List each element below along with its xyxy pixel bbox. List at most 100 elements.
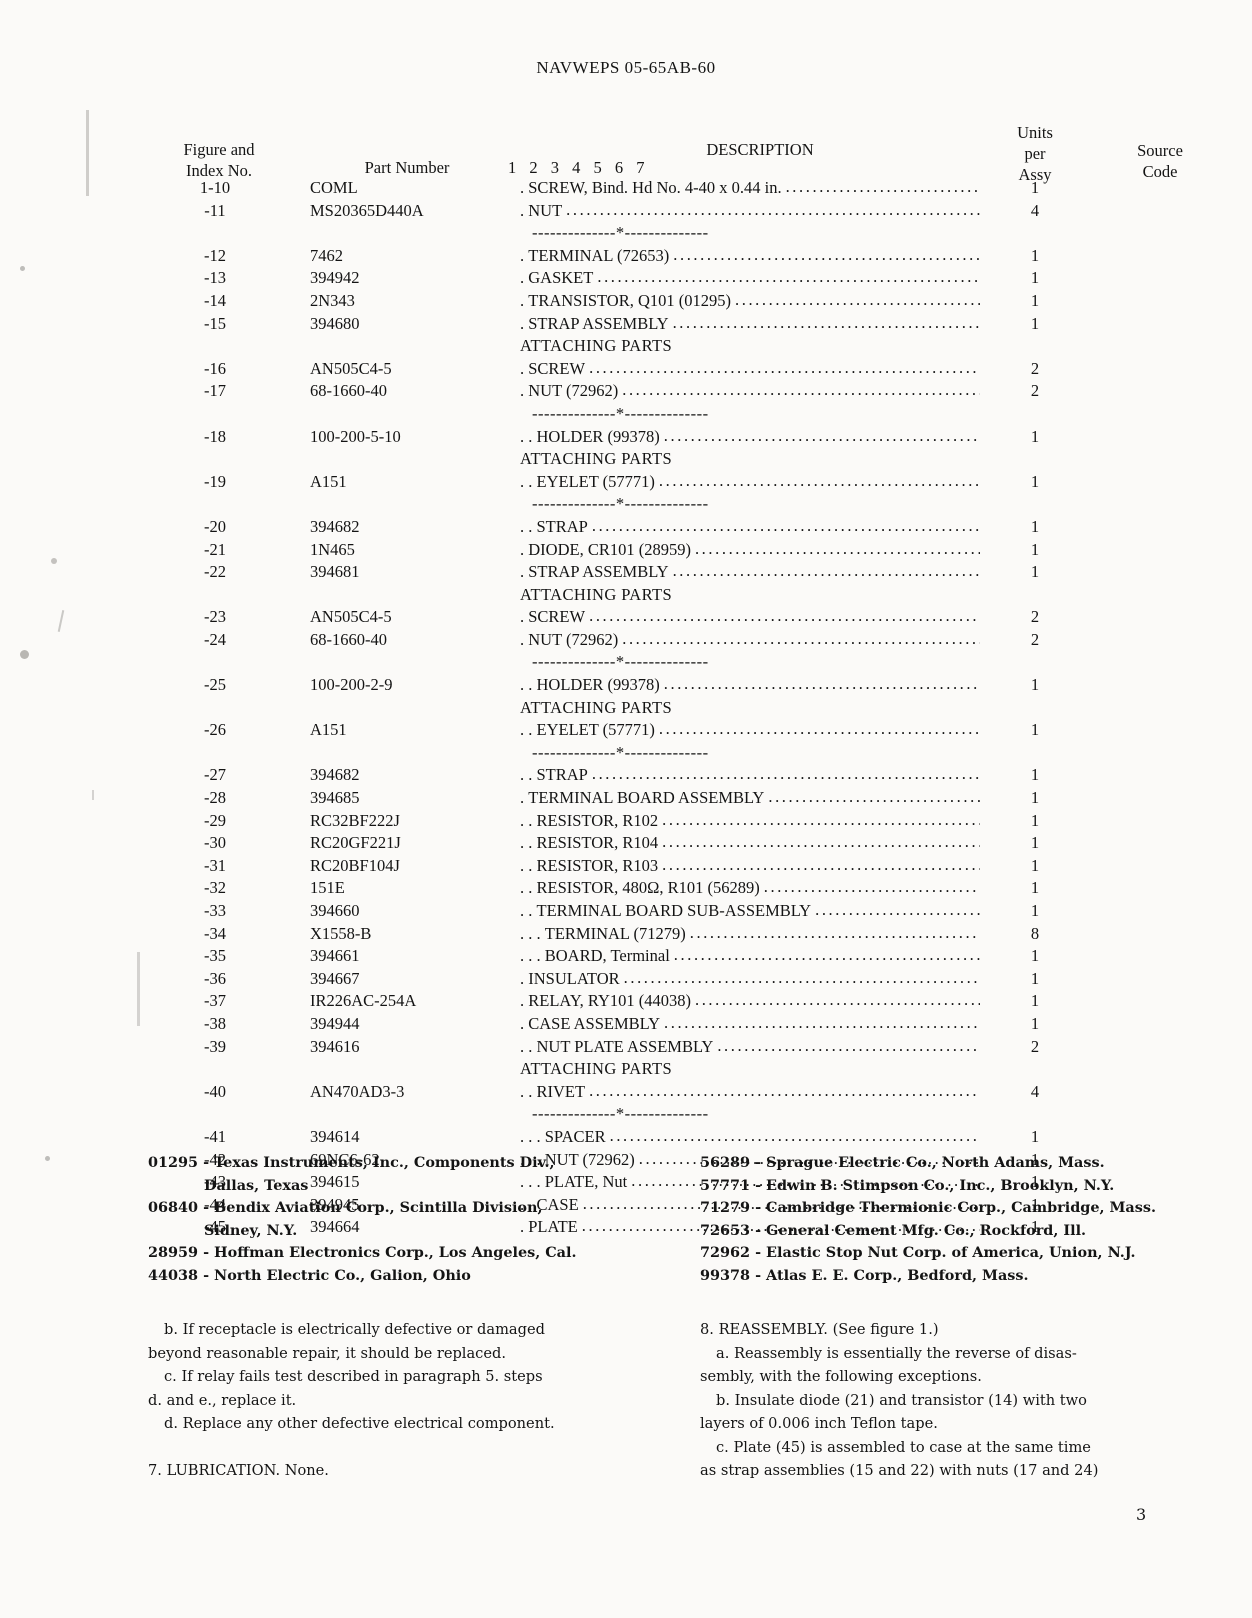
- description-text: RESISTOR, R102: [536, 810, 659, 830]
- dot-leader: ........................................…: [589, 1082, 980, 1100]
- description-text: HOLDER (99378): [536, 675, 660, 695]
- cell-part-number: RC32BF222J: [310, 810, 400, 830]
- document-page: NAVWEPS 05-65AB-60 Figure and Index No. …: [0, 0, 1252, 1618]
- cell-description: . NUT...................................…: [520, 200, 980, 220]
- indent-dots: .: [520, 607, 529, 627]
- scan-artifact: [86, 110, 89, 196]
- group-separator: --------------*--------------: [140, 744, 1210, 768]
- cell-figure-index: -12: [204, 245, 226, 265]
- cell-units-per-assy: 1: [1030, 991, 1040, 1011]
- table-row: -30 RC20GF221J . . RESISTOR, R104.........…: [140, 834, 1210, 858]
- description-text: STRAP: [536, 516, 588, 536]
- table-row: -31 RC20BF104J . . RESISTOR, R103.........…: [140, 855, 1210, 881]
- cell-figure-index: -33: [204, 901, 226, 920]
- description-text: STRAP ASSEMBLY: [528, 313, 669, 333]
- group-separator: --------------*--------------: [140, 225, 1210, 248]
- cell-units-per-assy: 1: [1030, 1013, 1040, 1033]
- cell-part-number: IR226AC-254A: [310, 991, 417, 1011]
- cell-description: . INSULATOR.............................…: [520, 968, 980, 988]
- indent-dots: . .: [520, 516, 537, 536]
- cell-description: . TERMINAL (72653)......................…: [520, 247, 980, 265]
- description-text: SCREW: [528, 358, 586, 378]
- indent-dots: .: [520, 290, 529, 310]
- procedure-line: d. and e., replace it.: [148, 1391, 297, 1409]
- cell-part-number: 68-1660-40: [310, 629, 387, 649]
- description-text: EYELET (57771): [536, 720, 655, 740]
- cell-part-number: 394944: [310, 1013, 360, 1033]
- description-text: TERMINAL BOARD SUB-ASSEMBLY: [536, 901, 812, 920]
- table-row: -12 7462. TERMINAL (72653)...............…: [140, 245, 1210, 271]
- dot-leader: ........................................…: [662, 811, 980, 829]
- indent-dots: . .: [520, 1036, 537, 1056]
- cell-units-per-assy: 2: [1030, 358, 1040, 378]
- cell-figure-index: -39: [204, 1036, 226, 1056]
- dot-leader: ........................................…: [566, 201, 980, 219]
- procedure-right-column: 8. REASSEMBLY. (See figure 1.) a. Reassem…: [700, 1318, 1210, 1483]
- description-text: TRANSISTOR, Q101 (01295): [528, 290, 731, 310]
- table-row: -39 394616 . . NUT PLATE ASSEMBLY.........…: [140, 1036, 1210, 1062]
- cell-units-per-assy: 1: [1030, 810, 1040, 830]
- cell-units-per-assy: 1: [1030, 878, 1040, 898]
- cell-figure-index: -18: [204, 426, 226, 446]
- indent-dots: .: [520, 381, 529, 401]
- cell-units-per-assy: 1: [1030, 178, 1040, 197]
- cell-description: . STRAP ASSEMBLY........................…: [520, 563, 980, 581]
- dot-leader: ........................................…: [591, 517, 980, 535]
- table-row: -34 X1558-B . . . TERMINAL (71279)........…: [140, 923, 1210, 949]
- description-text: TERMINAL (71279): [544, 923, 686, 943]
- cell-description: . TERMINAL BOARD ASSEMBLY...............…: [520, 789, 980, 807]
- column-header-part-number: Part Number: [364, 158, 450, 177]
- indent-dots: . .: [520, 426, 537, 446]
- cell-units-per-assy: 1: [1030, 471, 1040, 491]
- attaching-parts-heading: ATTACHING PARTS: [140, 338, 1210, 361]
- description-text: BOARD, Terminal: [544, 946, 670, 966]
- dot-leader: ........................................…: [664, 1014, 980, 1032]
- table-row: -19 A151 . . EYELET (57771)...............…: [140, 471, 1210, 497]
- table-row: -22 394681. STRAP ASSEMBLY...............…: [140, 563, 1210, 587]
- vendor-code-line: 56289 - Sprague Electric Co., North Adam…: [700, 1154, 1105, 1171]
- indent-dots: . . .: [520, 1126, 545, 1146]
- cell-figure-index: -15: [204, 313, 226, 333]
- cell-units-per-assy: 1: [1030, 765, 1040, 785]
- parts-list-table: Figure and Index No. Part Number DESCRIP…: [140, 118, 1210, 1242]
- dot-leader: ........................................…: [735, 291, 980, 309]
- indent-dots: . . .: [520, 923, 545, 943]
- attaching-parts-label: ATTACHING PARTS: [520, 1059, 673, 1079]
- indent-dots: .: [520, 200, 529, 220]
- separator-dashes: --------------*--------------: [532, 1104, 709, 1124]
- cell-part-number: 394682: [310, 516, 360, 536]
- cell-figure-index: -21: [204, 539, 226, 559]
- table-row: -36 394667. INSULATOR....................…: [140, 968, 1210, 994]
- cell-description: . . STRAP...............................…: [520, 516, 980, 536]
- cell-figure-index: -11: [204, 200, 226, 220]
- procedure-line: b. If receptacle is electrically defecti…: [164, 1321, 545, 1338]
- table-row: -17 68-1660-40. NUT (72962)..............…: [140, 381, 1210, 406]
- cell-units-per-assy: 1: [1030, 946, 1040, 966]
- cell-part-number: COML: [310, 178, 358, 197]
- cell-description: . . . BOARD, Terminal...................…: [520, 946, 980, 966]
- cell-units-per-assy: 1: [1030, 1126, 1040, 1146]
- dot-leader: ........................................…: [658, 472, 980, 490]
- description-text: RESISTOR, R103: [536, 855, 659, 875]
- cell-description: . DIODE, CR101 (28959)..................…: [520, 541, 980, 559]
- dot-leader: ........................................…: [815, 902, 980, 919]
- cell-description: . . EYELET (57771)......................…: [520, 720, 980, 740]
- procedure-left-column: b. If receptacle is electrically defecti…: [148, 1318, 648, 1483]
- attaching-parts-heading: ATTACHING PARTS: [140, 451, 1210, 474]
- dot-leader: ........................................…: [785, 179, 980, 196]
- cell-units-per-assy: 1: [1030, 675, 1040, 695]
- cell-units-per-assy: 1: [1030, 245, 1040, 265]
- cell-description: . . TERMINAL BOARD SUB-ASSEMBLY.........…: [520, 901, 980, 920]
- indent-dots: .: [520, 991, 529, 1011]
- indent-dots: . .: [520, 855, 537, 875]
- cell-part-number: MS20365D440A: [310, 200, 424, 220]
- separator-dashes: --------------*--------------: [532, 403, 709, 423]
- table-row: -27 394682 . . STRAP......................…: [140, 765, 1210, 790]
- description-text: INSULATOR: [528, 968, 620, 988]
- table-row: -29 RC32BF222J . . RESISTOR, R102.........…: [140, 810, 1210, 836]
- indent-dots: . .: [520, 675, 537, 695]
- cell-description: . SCREW.................................…: [520, 358, 980, 378]
- dot-leader: ........................................…: [663, 676, 980, 693]
- dot-leader: ........................................…: [673, 947, 980, 964]
- cell-description: . CASE ASSEMBLY.........................…: [520, 1014, 980, 1033]
